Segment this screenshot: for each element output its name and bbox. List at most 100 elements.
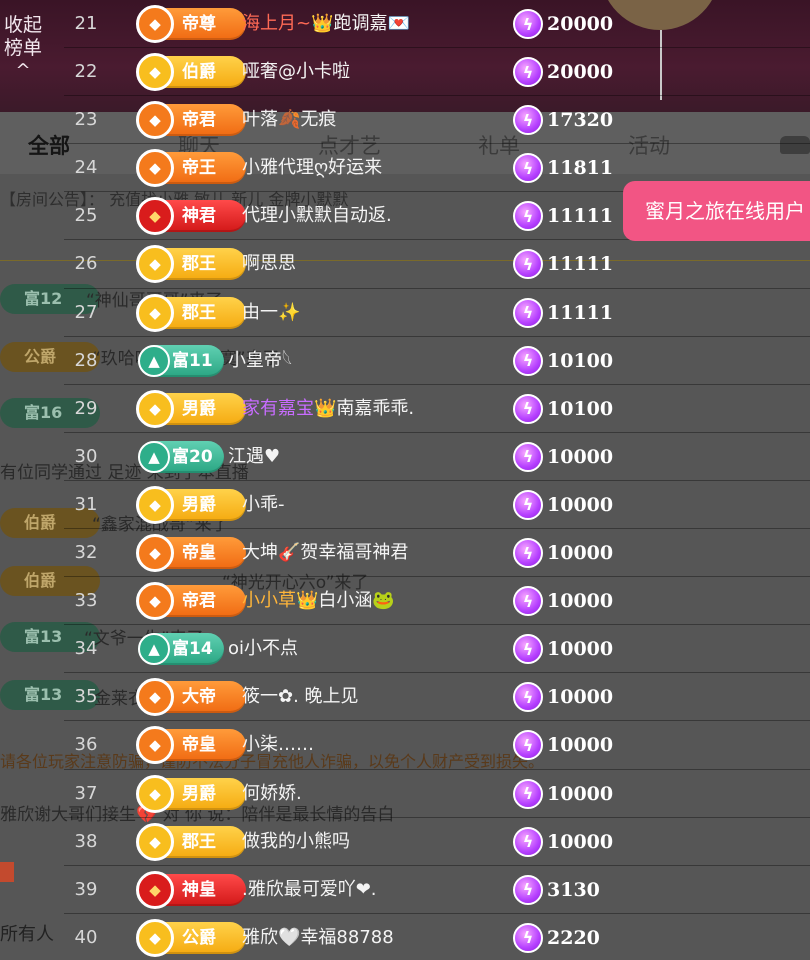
user-name[interactable]: 大坤🎸贺幸福哥神君	[242, 529, 408, 577]
lightning-icon: ϟ	[513, 682, 543, 713]
noble-badge-label: 帝尊	[182, 14, 216, 34]
noble-badge: ◆ 帝皇	[136, 726, 246, 765]
user-name[interactable]: 小小草👑白小涵🐸	[242, 577, 395, 625]
collapse-label-line1: 收起	[3, 14, 42, 36]
contribution-score: 11111	[547, 253, 614, 276]
honeymoon-online-users-button[interactable]: 蜜月之旅在线用户	[623, 181, 810, 241]
user-name[interactable]: .雅欣最可爱吖❤.	[242, 866, 377, 914]
user-name-text: 小皇帝𓆩	[228, 349, 293, 371]
user-name[interactable]: 由一✨	[242, 289, 300, 337]
noble-emblem-icon: ◆	[136, 918, 174, 957]
rank-number: 21	[74, 13, 98, 34]
speaker-icon[interactable]	[0, 862, 14, 882]
ranking-row[interactable]: 39 ◆ 神皇 .雅欣最可爱吖❤. ϟ 3130	[64, 866, 810, 914]
ranking-row[interactable]: 35 ◆ 大帝 筱一✿. 晚上见 ϟ 10000	[64, 673, 810, 722]
recipient-selector[interactable]: 所有人	[0, 920, 54, 946]
noble-badge-label: 富20	[172, 446, 213, 467]
user-name[interactable]: 雅欣🤍幸福88788	[242, 914, 394, 960]
user-name[interactable]: 小皇帝𓆩	[228, 337, 292, 385]
noble-badge: ◆ 帝君	[136, 101, 246, 140]
ranking-row[interactable]: 33 ◆ 帝君 小小草👑白小涵🐸 ϟ 10000	[64, 577, 810, 626]
ranking-row[interactable]: 31 ◆ 男爵 小乖-ϟ 10000	[64, 481, 810, 530]
rank-number: 23	[74, 109, 98, 131]
noble-badge-label: 郡王	[182, 254, 216, 275]
lightning-icon: ϟ	[513, 249, 543, 280]
rank-number: 29	[74, 397, 98, 419]
user-name[interactable]: oi小不点	[228, 625, 298, 673]
user-name-text: 由一✨	[242, 301, 301, 323]
user-name-text: 家有嘉宝👑	[242, 397, 337, 419]
noble-badge-label: 富14	[172, 639, 213, 660]
ranking-row[interactable]: 26 ◆ 郡王 啊思思 ϟ 11111	[64, 240, 810, 289]
user-name[interactable]: 做我的小熊吗	[242, 818, 350, 866]
user-name[interactable]: 海上月~👑跑调嘉💌	[242, 0, 410, 48]
noble-badge: ◆ 帝君	[136, 582, 246, 621]
ranking-row[interactable]: 36 ◆ 帝皇 小柒…… ϟ 10000	[64, 721, 810, 770]
ranking-row[interactable]: 37 ◆ 男爵 何娇娇. ϟ 10000	[64, 770, 810, 818]
lightning-icon: ϟ	[513, 345, 543, 376]
rank-number: 22	[74, 61, 98, 83]
rank-number: 25	[74, 205, 98, 227]
noble-badge-label: 大帝	[182, 687, 216, 708]
noble-badge-label: 公爵	[182, 927, 216, 948]
user-name[interactable]: 江遇♥	[228, 433, 280, 481]
noble-badge: ◆ 郡王	[136, 293, 246, 332]
lightning-icon: ϟ	[513, 586, 543, 617]
ranking-row[interactable]: 32 ◆ 帝皇 大坤🎸贺幸福哥神君 ϟ 10000	[64, 529, 810, 578]
user-name[interactable]: 小雅代理ღ好运来	[242, 144, 382, 192]
rank-number: 35	[74, 686, 98, 708]
ranking-row[interactable]: 22 ◆ 伯爵 哑奢@小卡啦 ϟ 20000	[64, 48, 810, 97]
collapse-label-line2: 榜单	[3, 37, 42, 59]
ranking-row[interactable]: 40 ◆ 公爵 雅欣🤍幸福88788 ϟ 2220	[64, 914, 810, 960]
noble-badge: ◆ 大帝	[136, 678, 246, 717]
noble-badge: ◆ 帝王	[136, 149, 246, 188]
ranking-row[interactable]: 34 ▲ 富14 oi小不点 ϟ 10000	[64, 625, 810, 674]
lightning-icon: ϟ	[513, 153, 543, 184]
ranking-row[interactable]: 28 ▲ 富11 小皇帝𓆩 ϟ 10100	[64, 337, 810, 385]
ranking-row[interactable]: 30 ▲ 富20 江遇♥ ϟ 10000	[64, 433, 810, 481]
lightning-icon: ϟ	[513, 922, 543, 953]
noble-emblem-icon: ◆	[136, 582, 174, 621]
user-name-text: 啊思思	[242, 253, 296, 275]
noble-emblem-icon: ◆	[136, 101, 174, 140]
contribution-score: 10000	[547, 590, 614, 613]
user-name-text: 小柒……	[242, 734, 314, 756]
lightning-icon: ϟ	[513, 778, 543, 809]
user-name[interactable]: 筱一✿. 晚上见	[242, 673, 359, 721]
noble-emblem-icon: ◆	[136, 389, 174, 428]
contribution-score: 10000	[547, 830, 614, 853]
noble-badge: ◆ 伯爵	[136, 53, 246, 92]
rank-number: 39	[74, 878, 98, 900]
lightning-icon: ϟ	[513, 826, 543, 857]
noble-badge: ◆ 神君	[136, 197, 246, 236]
user-name-suffix: 南嘉乖乖.	[336, 397, 415, 419]
user-name[interactable]: 小乖-	[242, 481, 285, 529]
user-name-text: 小乖-	[242, 493, 285, 515]
user-name[interactable]: 代理小默默自动返.	[242, 192, 392, 240]
user-name[interactable]: 何娇娇.	[242, 770, 302, 818]
user-name[interactable]: 小柒……	[242, 721, 314, 769]
ranking-row[interactable]: 29 ◆ 男爵 家有嘉宝👑南嘉乖乖. ϟ 10100	[64, 385, 810, 433]
user-name[interactable]: 啊思思	[242, 240, 296, 288]
user-name[interactable]: 哑奢@小卡啦	[242, 48, 350, 96]
rank-number: 40	[74, 926, 98, 948]
contribution-score: 20000	[547, 13, 614, 35]
contribution-score: 10000	[547, 493, 614, 516]
ranking-row[interactable]: 23 ◆ 帝君 叶落🍂无痕 ϟ 17320	[64, 96, 810, 145]
contribution-score: 17320	[547, 109, 614, 132]
user-name[interactable]: 叶落🍂无痕	[242, 96, 336, 144]
ranking-row[interactable]: 27 ◆ 郡王 由一✨ ϟ 11111	[64, 289, 810, 337]
collapse-ranking-button[interactable]: 收起 榜单 ^	[0, 14, 46, 80]
ranking-row[interactable]: 38 ◆ 郡王 做我的小熊吗 ϟ 10000	[64, 818, 810, 866]
user-name[interactable]: 家有嘉宝👑南嘉乖乖.	[242, 385, 414, 433]
rank-number: 30	[74, 445, 98, 467]
user-name-suffix: 跑调嘉💌	[333, 13, 410, 34]
ranking-row[interactable]: 21 ◆ 帝尊 海上月~👑跑调嘉💌 ϟ 20000	[64, 0, 810, 49]
contribution-score: 10000	[547, 782, 614, 805]
noble-badge-label: 富11	[172, 350, 213, 371]
noble-emblem-icon: ◆	[136, 485, 174, 524]
contribution-score: 11111	[547, 301, 614, 324]
wealth-level-icon: ▲	[138, 440, 170, 473]
noble-emblem-icon: ◆	[136, 293, 174, 332]
noble-emblem-icon: ◆	[136, 197, 174, 236]
